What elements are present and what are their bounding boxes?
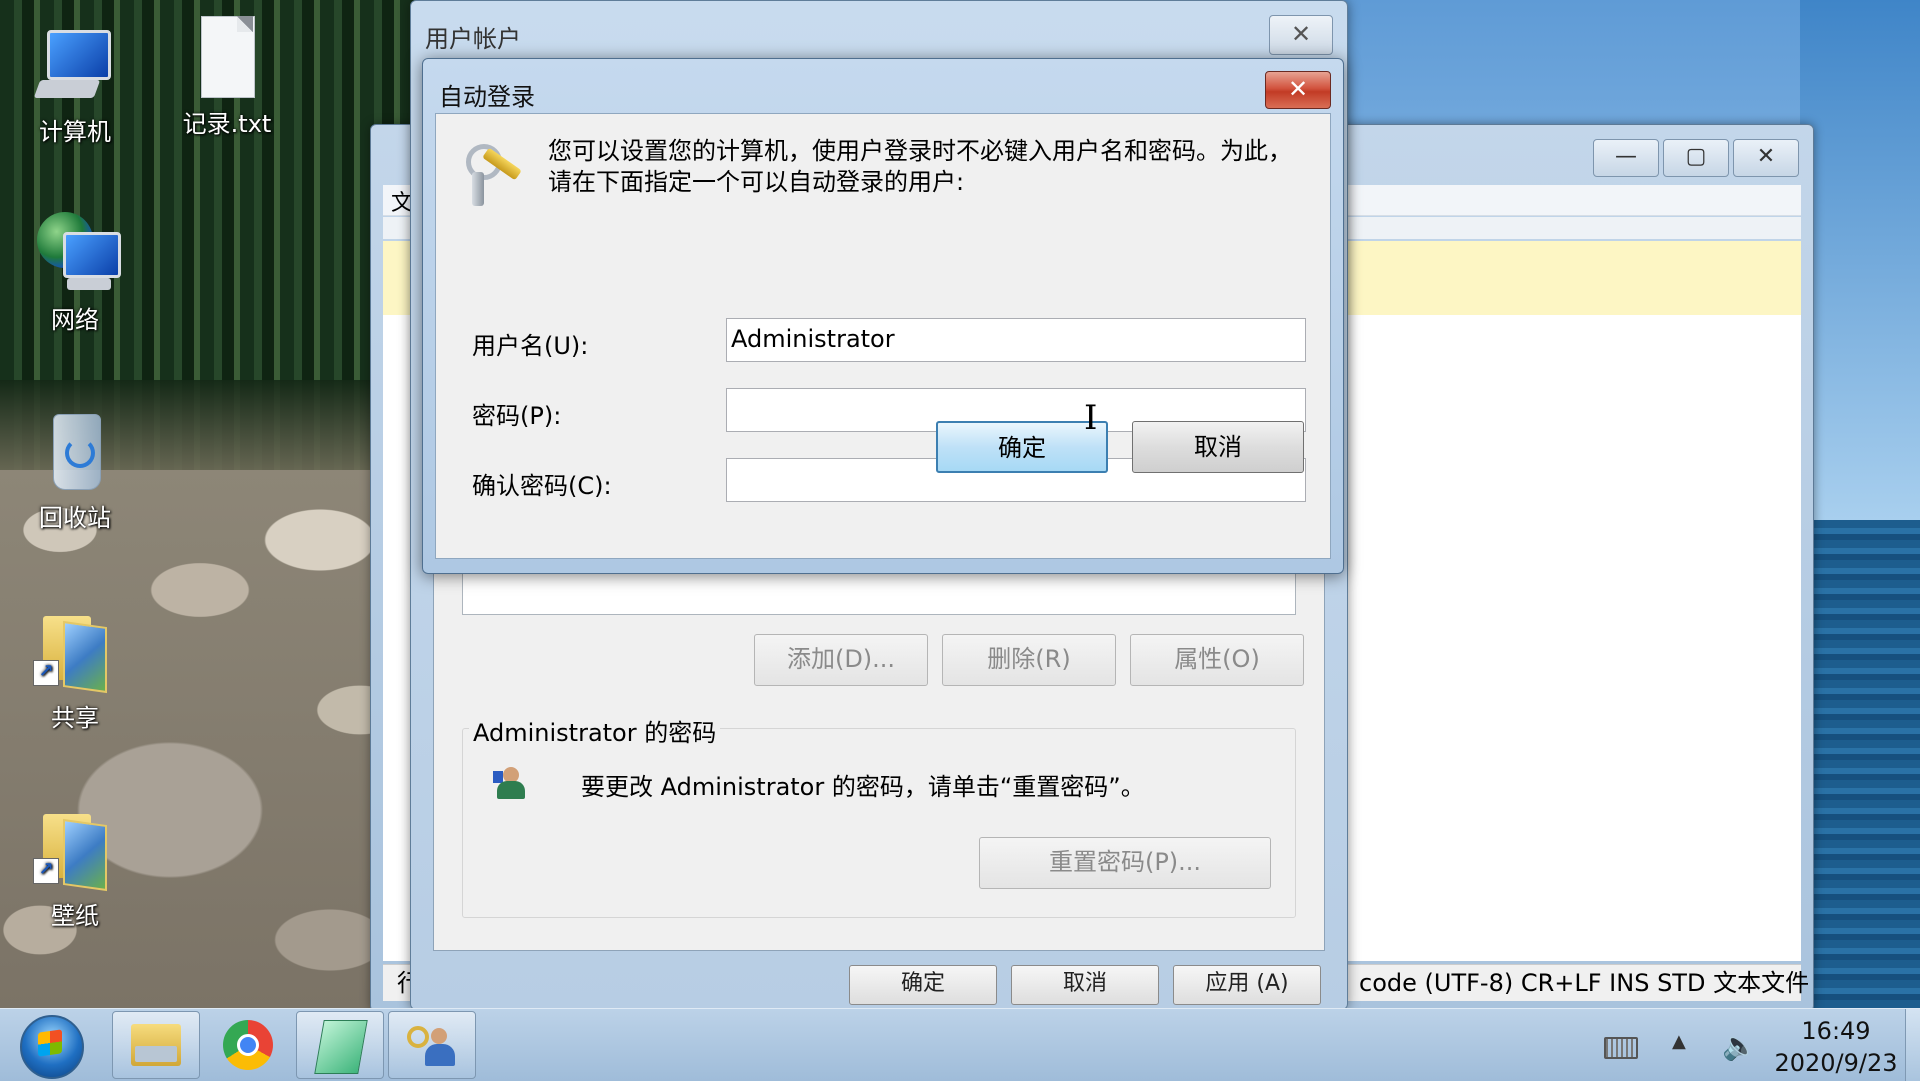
window-title: 用户帐户 <box>425 25 521 53</box>
close-button[interactable]: ✕ <box>1269 15 1333 55</box>
taskbar-item-notepad[interactable] <box>296 1011 384 1079</box>
taskbar-item-explorer[interactable] <box>112 1011 200 1079</box>
user-icon <box>493 767 527 799</box>
clock-time: 16:49 <box>1801 1017 1871 1045</box>
desktop-icon-label: 壁纸 <box>51 902 99 930</box>
desktop-icon-share[interactable]: ↗ 共享 <box>20 610 130 733</box>
confirm-password-label: 确认密码(C): <box>472 472 612 500</box>
clock-date: 2020/9/23 <box>1774 1049 1898 1077</box>
desktop-icon-network[interactable]: 网络 <box>20 212 130 335</box>
clock[interactable]: 16:49 2020/9/23 <box>1766 1015 1906 1079</box>
wallpaper-sky <box>1800 0 1920 520</box>
user-properties-button[interactable]: 属性(O) <box>1130 634 1304 686</box>
folder-icon <box>131 1024 181 1066</box>
desktop-icon-label: 计算机 <box>39 118 111 146</box>
show-hidden-icons-icon[interactable]: ▲ <box>1672 1031 1686 1052</box>
desktop-icon-record-txt[interactable]: 记录.txt <box>172 16 282 139</box>
cancel-button[interactable]: 取消 <box>1011 965 1159 1005</box>
password-group: Administrator 的密码 要更改 Administrator 的密码，… <box>462 713 1296 918</box>
folder-shortcut-icon: ↗ <box>33 610 117 694</box>
desktop-icon-computer[interactable]: 计算机 <box>20 24 130 147</box>
password-label: 密码(P): <box>472 402 562 430</box>
keyboard-icon[interactable] <box>1604 1037 1638 1059</box>
text-file-icon <box>185 16 269 100</box>
ok-button[interactable]: 确定 <box>936 421 1108 473</box>
desktop-icon-label: 共享 <box>51 704 99 732</box>
windows-logo-icon <box>38 1029 62 1057</box>
recycle-bin-icon <box>33 410 117 494</box>
desktop-icon-wallpaper[interactable]: ↗ 壁纸 <box>20 808 130 931</box>
auto-logon-body: 您可以设置您的计算机，使用户登录时不必键入用户名和密码。为此，请在下面指定一个可… <box>435 113 1331 559</box>
network-icon <box>33 212 121 296</box>
password-group-label: Administrator 的密码 <box>469 713 721 748</box>
keys-icon <box>458 138 528 208</box>
minimize-button[interactable]: — <box>1593 139 1659 177</box>
reset-password-button[interactable]: 重置密码(P)... <box>979 837 1271 889</box>
taskbar-item-chrome[interactable] <box>204 1011 292 1079</box>
ok-button[interactable]: 确定 <box>849 965 997 1005</box>
desktop-icon-label: 回收站 <box>39 504 111 532</box>
taskbar-item-user-accounts[interactable] <box>388 1011 476 1079</box>
username-label: 用户名(U): <box>472 332 589 360</box>
wallpaper-sea <box>1800 520 1920 1010</box>
text-cursor-icon: I <box>1084 398 1098 438</box>
notepad-icon <box>314 1020 368 1074</box>
cancel-button[interactable]: 取消 <box>1132 421 1304 473</box>
add-user-button[interactable]: 添加(D)... <box>754 634 928 686</box>
auto-logon-description: 您可以设置您的计算机，使用户登录时不必键入用户名和密码。为此，请在下面指定一个可… <box>548 137 1292 196</box>
username-input[interactable]: Administrator <box>726 318 1306 362</box>
user-list[interactable] <box>462 570 1296 615</box>
taskbar: ▲ 🔈 16:49 2020/9/23 <box>0 1008 1920 1081</box>
close-button[interactable]: ✕ <box>1733 139 1799 177</box>
dialog-title: 自动登录 <box>439 83 535 111</box>
desktop-icon-label: 记录.txt <box>182 110 272 138</box>
auto-logon-dialog[interactable]: 自动登录 ✕ 您可以设置您的计算机，使用户登录时不必键入用户名和密码。为此，请在… <box>422 58 1344 574</box>
user-accounts-icon <box>407 1022 459 1070</box>
status-encoding-text: code (UTF-8) CR+LF INS STD 文本文件 <box>1359 969 1810 997</box>
close-button[interactable]: ✕ <box>1265 71 1331 109</box>
folder-shortcut-icon: ↗ <box>33 808 117 892</box>
volume-icon[interactable]: 🔈 <box>1722 1029 1757 1062</box>
desktop-icon-recycle-bin[interactable]: 回收站 <box>20 410 130 533</box>
desktop-icon-label: 网络 <box>51 306 99 334</box>
maximize-button[interactable]: ▢ <box>1663 139 1729 177</box>
show-desktop-button[interactable] <box>1905 1009 1920 1081</box>
start-button[interactable] <box>6 1013 94 1079</box>
computer-icon <box>33 24 117 108</box>
apply-button[interactable]: 应用 (A) <box>1173 965 1321 1005</box>
chrome-icon <box>223 1020 273 1070</box>
remove-user-button[interactable]: 删除(R) <box>942 634 1116 686</box>
reset-password-instruction: 要更改 Administrator 的密码，请单击“重置密码”。 <box>581 773 1145 801</box>
notepad-window-controls: — ▢ ✕ <box>1593 139 1799 177</box>
